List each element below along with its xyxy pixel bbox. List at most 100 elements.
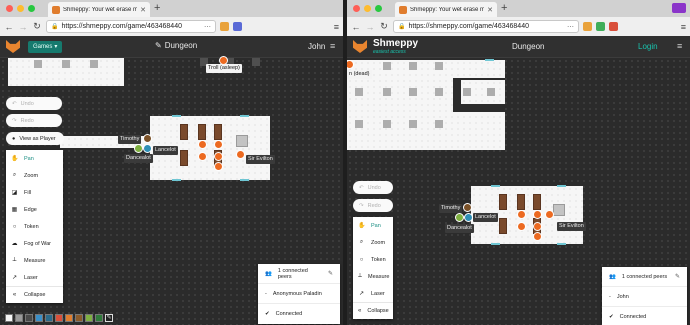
lancelot-token[interactable] [143,144,152,153]
token[interactable] [214,162,223,171]
edit-icon[interactable]: ✎ [675,273,680,280]
undo-button[interactable]: ↶ Undo [353,181,393,194]
token[interactable] [533,210,542,219]
address-bar[interactable]: 🔒 https://shmeppy.com/game/463468440 ⋯ [393,20,579,33]
tool-edge[interactable]: ▦ Edge [6,201,63,218]
status-text: Connected [619,314,647,320]
timothy-token[interactable] [143,134,152,143]
shmeppy-logo-icon[interactable] [6,40,20,53]
tool-pan[interactable]: ✋ Pan [353,217,393,234]
game-title-text: Dungeon [164,41,198,50]
brand[interactable]: Shmeppy easiest access [373,38,418,55]
connection-status: ✔ Connected [602,307,687,325]
maximize-window-button[interactable] [375,5,382,12]
tool-panel: ✋ Pan ⌕ Zoom ◪ Fill ▦ Edge ○ Token ☁ Fog of Wa… [6,150,63,303]
tool-zoom[interactable]: ⌕ Zoom [353,234,393,251]
page-actions-icon[interactable]: ⋯ [204,23,211,31]
color-swatch[interactable] [55,314,63,322]
map-door [491,185,500,187]
color-swatch[interactable] [25,314,33,322]
browser-tab[interactable]: Shmeppy: Your wet erase ma ✕ [48,2,150,17]
tool-label: Edge [24,206,37,213]
tool-token[interactable]: ○ Token [353,251,393,268]
tool-label: Zoom [371,239,386,246]
close-window-button[interactable] [6,5,13,12]
browser-tab[interactable]: Shmeppy: Your wet erase ma ✕ [395,2,497,17]
sir-evilton-token[interactable] [545,210,554,219]
reload-icon[interactable]: ↻ [32,21,42,32]
redo-button[interactable]: ↷ Redo [353,199,393,212]
close-tab-icon[interactable]: ✕ [487,6,493,14]
lancelot-token[interactable] [464,213,473,222]
redo-button[interactable]: ↷ Redo [6,114,62,127]
extension-icon[interactable] [596,22,605,31]
token[interactable] [533,232,542,241]
extension-icon[interactable] [220,22,229,31]
token[interactable] [198,140,207,149]
pencil-icon[interactable]: ✎ [105,314,113,322]
tool-laser[interactable]: ↗ Laser [6,269,63,286]
dancealot-token[interactable] [455,213,464,222]
token[interactable] [214,152,223,161]
collapse-button[interactable]: « Collapse [353,302,393,319]
token[interactable] [214,140,223,149]
tool-zoom[interactable]: ⌕ Zoom [6,167,63,184]
chevron-double-left-icon: « [358,308,362,314]
collapse-button[interactable]: « Collapse [6,286,63,303]
extension-icon[interactable] [233,22,242,31]
menu-icon[interactable]: ≡ [677,41,682,51]
color-swatch[interactable] [5,314,13,322]
token[interactable] [517,222,526,231]
forward-icon[interactable]: → [365,22,375,32]
browser-menu-icon[interactable]: ≡ [681,22,686,32]
edit-icon[interactable]: ✎ [328,270,333,277]
token[interactable] [517,210,526,219]
minimize-window-button[interactable] [364,5,371,12]
reload-icon[interactable]: ↻ [379,21,389,32]
extension-icon[interactable] [583,22,592,31]
sir-evilton-token[interactable] [236,150,245,159]
color-swatch[interactable] [35,314,43,322]
undo-button[interactable]: ↶ Undo [6,97,62,110]
games-button[interactable]: Games ▾ [28,40,63,53]
menu-icon[interactable]: ≡ [330,41,335,51]
back-icon[interactable]: ← [4,22,14,32]
tool-fill[interactable]: ◪ Fill [6,184,63,201]
extension-icon[interactable] [609,22,618,31]
login-link[interactable]: Login [638,42,658,51]
forward-icon[interactable]: → [18,22,28,32]
maximize-window-button[interactable] [28,5,35,12]
color-swatch[interactable] [95,314,103,322]
dancealot-token[interactable] [134,144,143,153]
ruler-icon: ⟂ [358,273,363,279]
token-label: Sir Evilton [557,222,586,231]
color-swatch[interactable] [85,314,93,322]
color-swatch[interactable] [15,314,23,322]
address-bar[interactable]: 🔒 https://shmeppy.com/game/463468440 ⋯ [46,20,216,33]
tool-pan[interactable]: ✋ Pan [6,150,63,167]
timothy-token[interactable] [463,203,472,212]
token[interactable] [533,222,542,231]
tool-token[interactable]: ○ Token [6,218,63,235]
color-swatch[interactable] [75,314,83,322]
close-tab-icon[interactable]: ✕ [140,6,146,14]
tool-fog-of-war[interactable]: ☁ Fog of War [6,235,63,252]
shmeppy-logo-icon[interactable] [353,40,367,53]
game-title[interactable]: ✎ Dungeon [155,41,197,50]
tool-measure[interactable]: ⟂ Measure [353,268,393,285]
color-swatch[interactable] [45,314,53,322]
view-as-player-button[interactable]: ● View as Player [6,132,64,145]
color-swatch[interactable] [65,314,73,322]
browser-menu-icon[interactable]: ≡ [334,22,339,32]
page-actions-icon[interactable]: ⋯ [567,23,574,31]
minimize-window-button[interactable] [17,5,24,12]
close-window-button[interactable] [353,5,360,12]
new-tab-icon[interactable]: + [154,2,160,14]
token[interactable] [198,152,207,161]
tool-measure[interactable]: ⟂ Measure [6,252,63,269]
user-name[interactable]: John [308,42,325,51]
people-icon: 👥 [609,273,616,280]
tool-laser[interactable]: ↗ Laser [353,285,393,302]
new-tab-icon[interactable]: + [501,2,507,14]
back-icon[interactable]: ← [351,22,361,32]
